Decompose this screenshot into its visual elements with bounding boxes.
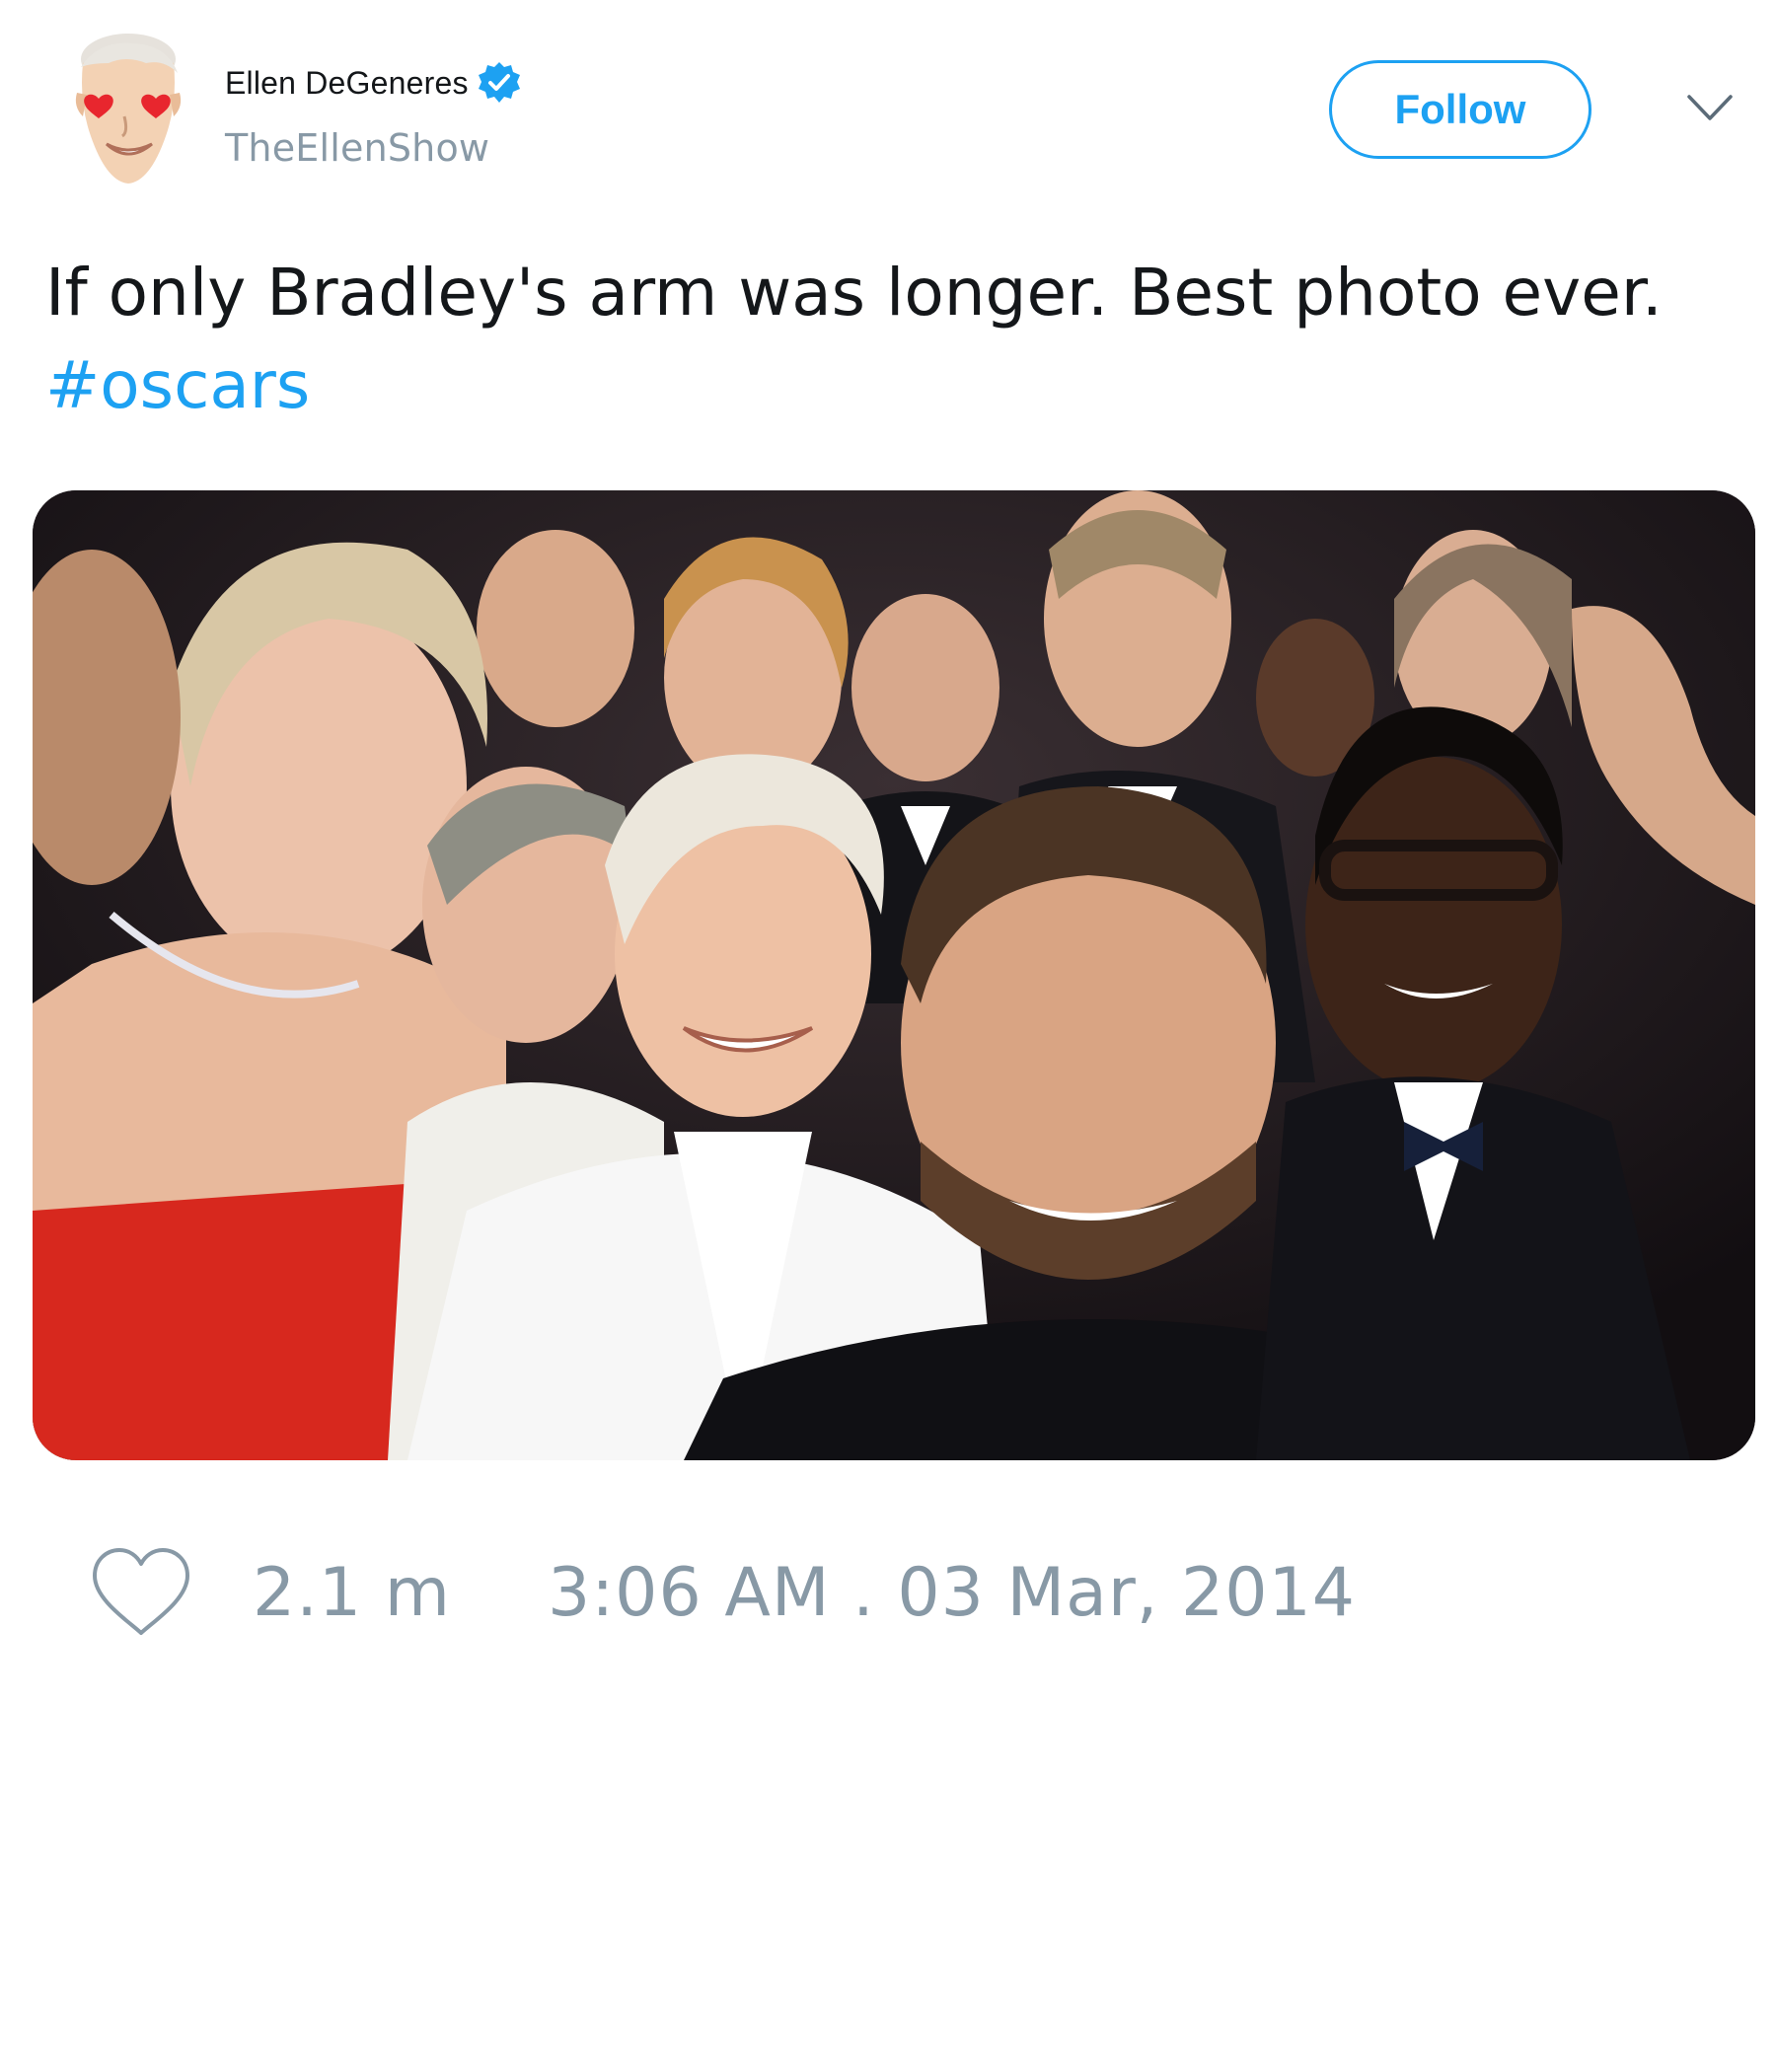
author-avatar[interactable] bbox=[69, 34, 187, 191]
group-selfie-photo bbox=[33, 490, 1755, 1460]
tweet-card: Ellen DeGeneres TheEllenShow Follow If o… bbox=[0, 0, 1776, 2072]
cartoon-face-heart-eyes-icon bbox=[75, 34, 182, 184]
chevron-down-icon[interactable] bbox=[1685, 91, 1735, 126]
author-info: Ellen DeGeneres TheEllenShow bbox=[225, 61, 522, 170]
author-handle[interactable]: TheEllenShow bbox=[225, 126, 522, 170]
heart-outline-icon[interactable] bbox=[89, 1546, 193, 1639]
tweet-footer: 2.1 m 3:06 AM . 03 Mar, 2014 bbox=[89, 1541, 1356, 1644]
name-row: Ellen DeGeneres bbox=[225, 61, 522, 105]
tweet-body: If only Bradley's arm was longer. Best p… bbox=[45, 255, 1663, 331]
author-display-name[interactable]: Ellen DeGeneres bbox=[225, 65, 469, 102]
tweet-timestamp[interactable]: 3:06 AM . 03 Mar, 2014 bbox=[548, 1554, 1356, 1632]
hashtag-link[interactable]: #oscars bbox=[45, 339, 1762, 432]
verified-badge-icon bbox=[477, 60, 522, 106]
tweet-text: If only Bradley's arm was longer. Best p… bbox=[45, 247, 1762, 432]
follow-button[interactable]: Follow bbox=[1329, 60, 1591, 159]
like-count[interactable]: 2.1 m bbox=[253, 1554, 451, 1632]
tweet-photo[interactable] bbox=[33, 490, 1755, 1460]
